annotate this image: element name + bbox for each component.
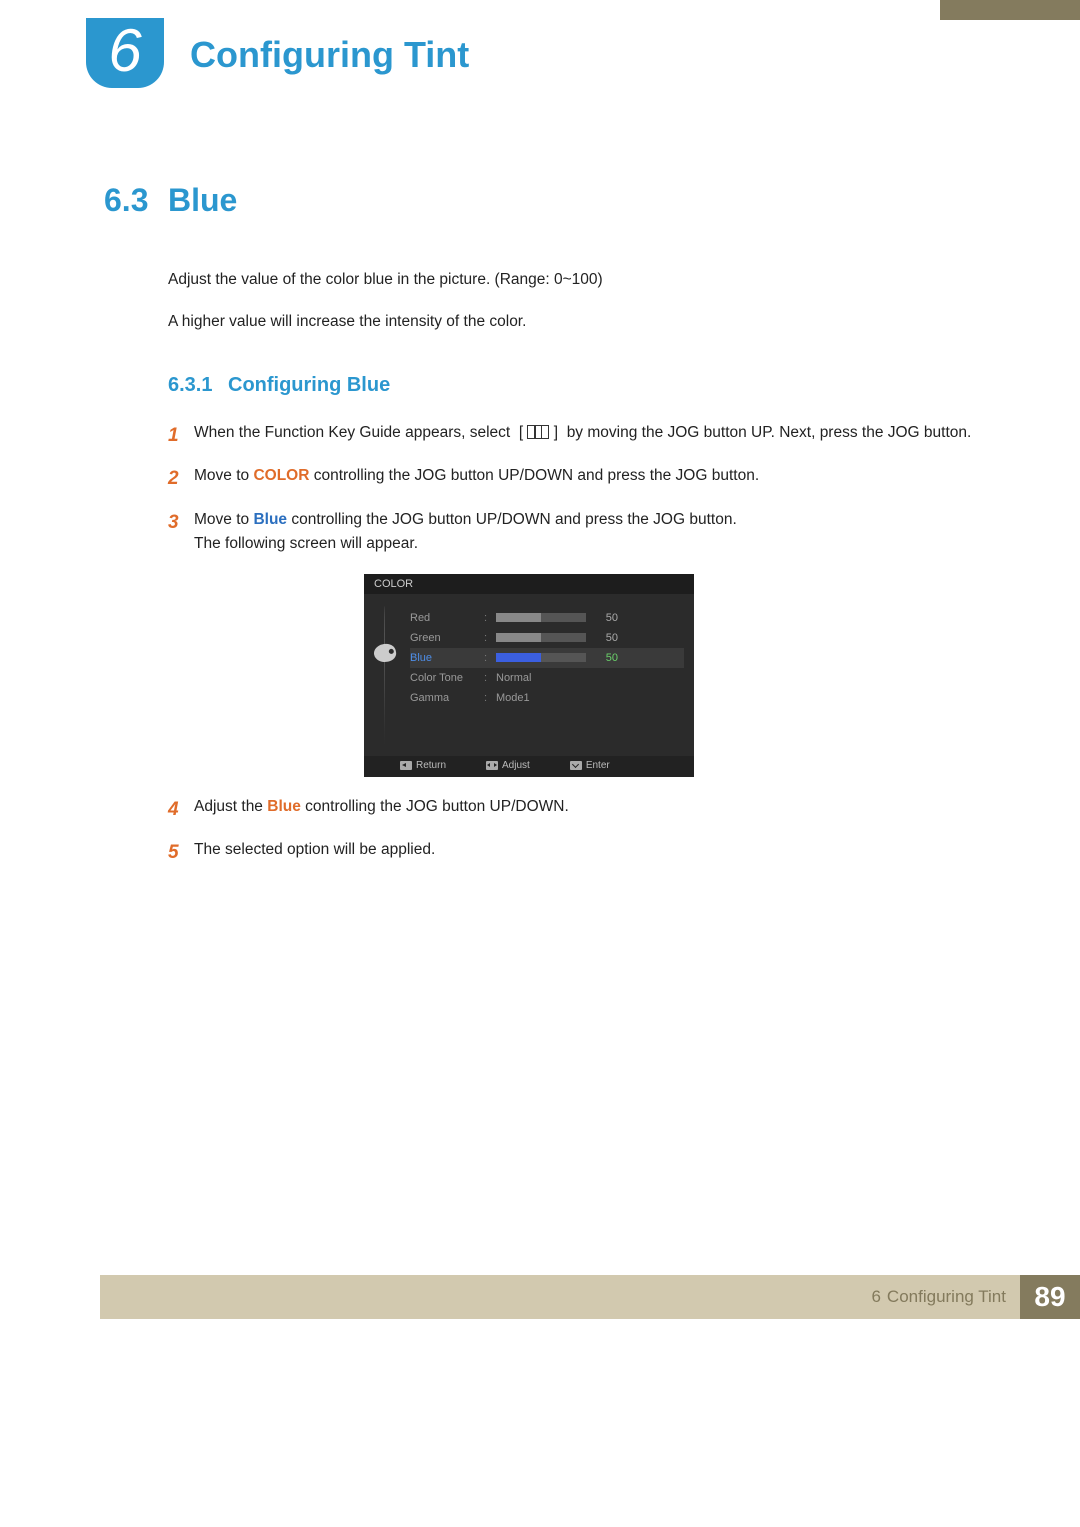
osd-label: Blue: [410, 652, 478, 664]
subsection-number: 6.3.1: [168, 374, 228, 397]
step-text: by moving the JOG button UP. Next, press…: [567, 424, 972, 441]
step-4: 4 Adjust the Blue controlling the JOG bu…: [168, 795, 974, 824]
section-heading: 6.3 Blue: [104, 182, 974, 219]
step-text: When the Function Key Guide appears, sel…: [194, 424, 510, 441]
menu-icon: [527, 425, 549, 439]
page-footer: 6 Configuring Tint 89: [100, 1275, 1080, 1319]
keyword-color: COLOR: [253, 467, 309, 484]
step-number: 1: [168, 421, 194, 450]
step-2: 2 Move to COLOR controlling the JOG butt…: [168, 464, 974, 493]
step-3: 3 Move to Blue controlling the JOG butto…: [168, 508, 974, 556]
osd-label: Color Tone: [410, 672, 478, 684]
osd-value: 50: [592, 632, 618, 644]
osd-icon-column: [364, 594, 406, 756]
step-text: The selected option will be applied.: [194, 841, 435, 858]
osd-row-gamma: Gamma : Mode1: [410, 688, 684, 708]
chapter-title: Configuring Tint: [190, 34, 469, 76]
intro-paragraph-1: Adjust the value of the color blue in th…: [168, 269, 974, 291]
osd-value: 50: [592, 652, 618, 664]
osd-slider: [496, 653, 586, 662]
step-text: controlling the JOG button UP/DOWN and p…: [287, 511, 737, 528]
step-text: Adjust the: [194, 798, 267, 815]
header-accent-bar: [940, 0, 1080, 20]
osd-slider: [496, 613, 586, 622]
osd-row-red: Red : 50: [410, 608, 684, 628]
enter-icon: [570, 761, 582, 770]
osd-footer-adjust: Adjust: [502, 760, 530, 771]
subsection-heading: 6.3.1 Configuring Blue: [168, 374, 974, 397]
step-5: 5 The selected option will be applied.: [168, 838, 974, 867]
step-text: Move to: [194, 511, 253, 528]
step-text: controlling the JOG button UP/DOWN and p…: [309, 467, 759, 484]
osd-label: Green: [410, 632, 478, 644]
osd-footer: Return Adjust Enter: [364, 756, 694, 777]
osd-value: Mode1: [496, 692, 530, 704]
step-text: Move to: [194, 467, 253, 484]
osd-value: 50: [592, 612, 618, 624]
intro-paragraph-2: A higher value will increase the intensi…: [168, 311, 974, 333]
osd-row-blue: Blue : 50: [410, 648, 684, 668]
osd-screenshot: COLOR Red : 50 Green : 50 Bl: [364, 574, 694, 777]
step-text: The following screen will appear.: [194, 535, 418, 552]
osd-label: Gamma: [410, 692, 478, 704]
footer-chapter-number: 6: [871, 1287, 880, 1307]
subsection-title: Configuring Blue: [228, 374, 390, 397]
chapter-number-badge: 6: [86, 18, 164, 88]
osd-row-green: Green : 50: [410, 628, 684, 648]
step-1: 1 When the Function Key Guide appears, s…: [168, 421, 974, 450]
section-title: Blue: [168, 182, 237, 219]
keyword-blue: Blue: [267, 798, 301, 815]
step-number: 4: [168, 795, 194, 824]
adjust-icon: [486, 761, 498, 770]
step-text: controlling the JOG button UP/DOWN.: [301, 798, 569, 815]
osd-row-colortone: Color Tone : Normal: [410, 668, 684, 688]
section-number: 6.3: [104, 182, 168, 219]
footer-chapter-title: Configuring Tint: [887, 1287, 1006, 1307]
step-number: 3: [168, 508, 194, 556]
osd-slider: [496, 633, 586, 642]
return-icon: [400, 761, 412, 770]
keyword-blue: Blue: [253, 511, 287, 528]
osd-footer-return: Return: [416, 760, 446, 771]
step-number: 5: [168, 838, 194, 867]
footer-page-number: 89: [1020, 1275, 1080, 1319]
step-number: 2: [168, 464, 194, 493]
osd-footer-enter: Enter: [586, 760, 610, 771]
osd-value: Normal: [496, 672, 531, 684]
osd-label: Red: [410, 612, 478, 624]
osd-title: COLOR: [364, 574, 694, 594]
palette-icon: [373, 642, 398, 664]
